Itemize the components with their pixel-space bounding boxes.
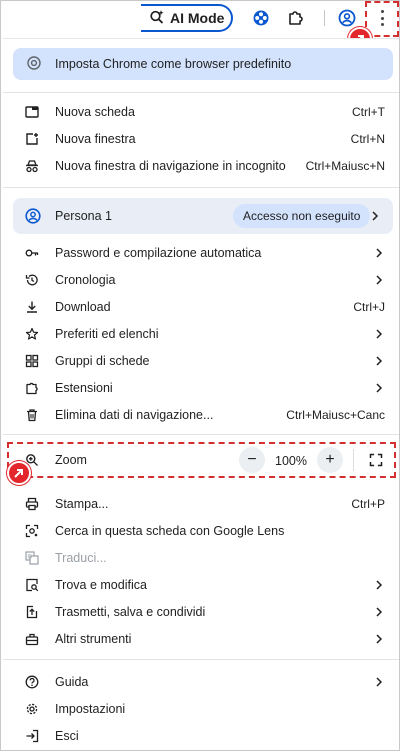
menu-item-print[interactable]: Stampa... Ctrl+P <box>3 490 399 517</box>
lens-icon <box>25 524 39 538</box>
shortcut: Ctrl+J <box>353 299 385 314</box>
banner-label: Imposta Chrome come browser predefinito <box>55 57 292 71</box>
menu-item-downloads[interactable]: Download Ctrl+J <box>3 293 399 320</box>
chevron-right-icon <box>376 328 383 339</box>
profile-row[interactable]: Persona 1 Accesso non eseguito <box>13 198 393 234</box>
shortcut: Ctrl+Maiusc+Canc <box>286 407 385 422</box>
person-icon <box>25 208 41 224</box>
menu-item-exit[interactable]: Esci <box>3 722 399 749</box>
ai-mode-button[interactable]: AI Mode <box>141 4 233 32</box>
star-icon <box>25 327 39 341</box>
ai-mode-label: AI Mode <box>170 10 225 26</box>
toolbar-divider <box>324 10 325 26</box>
tools-icon <box>25 632 39 646</box>
menu-item-label: Download <box>55 299 111 314</box>
menu-item-label: Nuova finestra <box>55 131 136 146</box>
menu-item-bookmarks[interactable]: Preferiti ed elenchi <box>3 320 399 347</box>
ai-mode-icon <box>149 9 165 28</box>
divider <box>3 187 399 188</box>
menu-item-new-tab[interactable]: Nuova scheda Ctrl+T <box>3 98 399 125</box>
svg-text:G: G <box>27 553 32 560</box>
divider <box>3 434 399 435</box>
menu-item-label: Altri strumenti <box>55 631 132 646</box>
print-icon <box>25 497 39 511</box>
chrome-icon <box>27 55 41 73</box>
history-icon <box>25 273 39 287</box>
menu-item-label: Stampa... <box>55 496 109 511</box>
help-icon <box>25 675 39 689</box>
menu-item-label: Guida <box>55 674 89 689</box>
exit-icon <box>25 729 39 743</box>
settings-icon <box>25 702 39 716</box>
tab-groups-icon <box>25 354 39 368</box>
find-icon <box>25 578 39 592</box>
profile-icon[interactable] <box>338 9 356 27</box>
chevron-right-icon <box>376 606 383 617</box>
menu-item-label: Password e compilazione automatica <box>55 245 262 260</box>
menu-item-label: Estensioni <box>55 380 113 395</box>
menu-item-label: Traduci... <box>55 550 107 565</box>
profile-name: Persona 1 <box>55 209 112 223</box>
menu-item-find-edit[interactable]: Trova e modifica <box>3 571 399 598</box>
trash-icon <box>25 408 39 422</box>
key-icon <box>25 246 39 260</box>
menu-item-label: Cronologia <box>55 272 116 287</box>
chevron-right-icon <box>376 676 383 687</box>
sign-in-status-badge[interactable]: Accesso non eseguito <box>233 204 371 228</box>
menu-item-settings[interactable]: Impostazioni <box>3 695 399 722</box>
chevron-right-icon <box>376 247 383 258</box>
chrome-menu: Imposta Chrome come browser predefinito … <box>3 38 399 750</box>
menu-item-passwords[interactable]: Password e compilazione automatica <box>3 239 399 266</box>
menu-item-more-tools[interactable]: Altri strumenti <box>3 625 399 652</box>
menu-item-label: Trasmetti, salva e condividi <box>55 604 206 619</box>
menu-item-label: Impostazioni <box>55 701 126 716</box>
new-window-icon <box>25 132 39 146</box>
new-tab-icon <box>25 105 39 119</box>
extensions-icon <box>25 381 39 395</box>
menu-item-cast-save-share[interactable]: Trasmetti, salva e condividi <box>3 598 399 625</box>
browser-toolbar: AI Mode <box>1 1 399 37</box>
menu-item-label: Trova e modifica <box>55 577 147 592</box>
menu-item-history[interactable]: Cronologia <box>3 266 399 293</box>
annotation-arrow-icon <box>7 461 31 485</box>
menu-item-label: Nuova finestra di navigazione in incogni… <box>55 158 286 173</box>
extension-icon[interactable] <box>252 9 270 27</box>
menu-item-label: Gruppi di schede <box>55 353 150 368</box>
menu-item-incognito[interactable]: Nuova finestra di navigazione in incogni… <box>3 152 399 179</box>
incognito-icon <box>25 159 39 173</box>
menu-item-extensions[interactable]: Estensioni <box>3 374 399 401</box>
menu-item-new-window[interactable]: Nuova finestra Ctrl+N <box>3 125 399 152</box>
menu-item-label: Cerca in questa scheda con Google Lens <box>55 523 285 538</box>
zoom-row-highlight <box>7 442 396 478</box>
divider <box>3 659 399 660</box>
menu-item-label: Preferiti ed elenchi <box>55 326 159 341</box>
puzzle-icon[interactable] <box>287 9 305 27</box>
menu-item-tab-groups[interactable]: Gruppi di schede <box>3 347 399 374</box>
menu-item-clear-data[interactable]: Elimina dati di navigazione... Ctrl+Maiu… <box>3 401 399 428</box>
menu-item-translate: G Traduci... <box>3 544 399 571</box>
shortcut: Ctrl+N <box>350 131 385 146</box>
chevron-right-icon <box>376 382 383 393</box>
shortcut: Ctrl+P <box>351 496 385 511</box>
chevron-right-icon <box>372 211 379 221</box>
default-browser-banner[interactable]: Imposta Chrome come browser predefinito <box>13 48 393 80</box>
shortcut: Ctrl+T <box>352 104 385 119</box>
menu-item-label: Elimina dati di navigazione... <box>55 407 214 422</box>
menu-item-help[interactable]: Guida <box>3 668 399 695</box>
chevron-right-icon <box>376 579 383 590</box>
download-icon <box>25 300 39 314</box>
chevron-right-icon <box>376 355 383 366</box>
share-icon <box>25 605 39 619</box>
translate-icon: G <box>25 550 39 565</box>
menu-item-label: Nuova scheda <box>55 104 135 119</box>
kebab-menu-icon[interactable] <box>381 10 384 26</box>
chevron-right-icon <box>376 633 383 644</box>
menu-item-google-lens[interactable]: Cerca in questa scheda con Google Lens <box>3 517 399 544</box>
divider <box>3 92 399 93</box>
shortcut: Ctrl+Maiusc+N <box>305 158 385 173</box>
menu-item-label: Esci <box>55 728 79 743</box>
chevron-right-icon <box>376 274 383 285</box>
